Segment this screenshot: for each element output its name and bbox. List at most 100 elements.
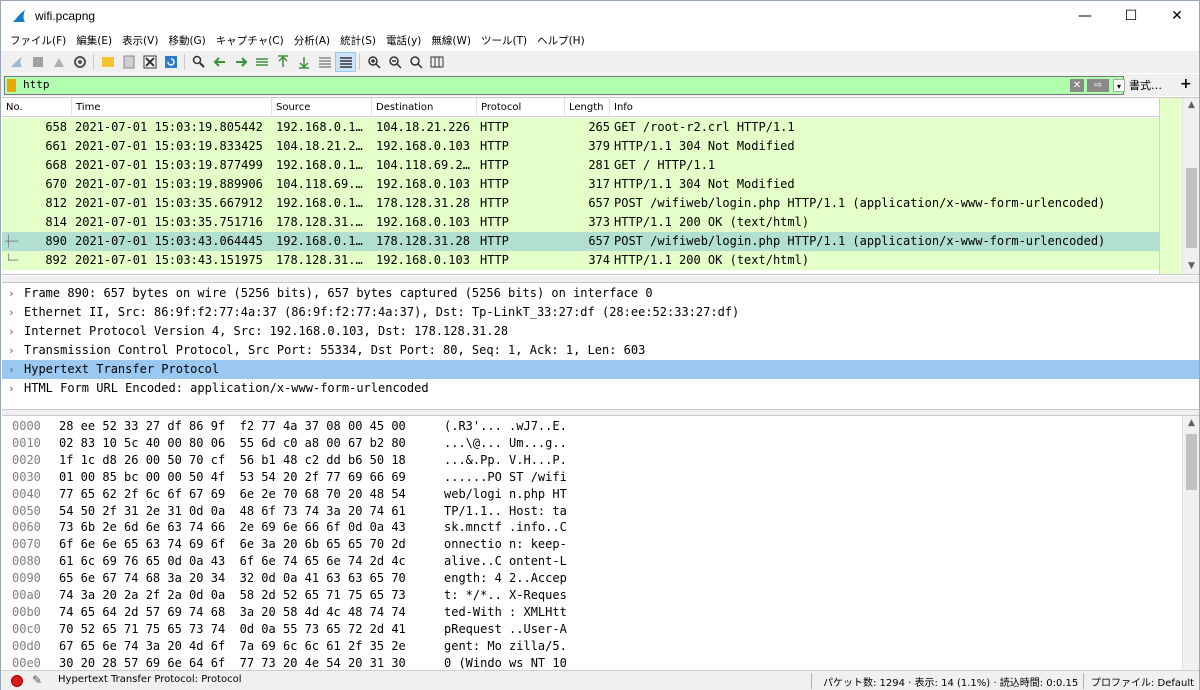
hex-dump-row[interactable]: 0030 01 00 85 bc 00 00 50 4f 53 54 20 2f … — [2, 469, 1182, 486]
filter-bookmark-icon[interactable] — [7, 79, 16, 92]
hex-dump-row[interactable]: 0090 65 6e 67 74 68 3a 20 34 32 0d 0a 41 … — [2, 570, 1182, 587]
hex-dump-row[interactable]: 0060 73 6b 2e 6d 6e 63 74 66 2e 69 6e 66 … — [2, 519, 1182, 536]
reload-file-icon[interactable] — [160, 52, 181, 72]
detail-tree-item[interactable]: › Hypertext Transfer Protocol — [2, 360, 1199, 379]
scroll-down-icon[interactable]: ▼ — [1183, 259, 1200, 274]
menu-help[interactable]: ヘルプ(H) — [532, 31, 590, 51]
column-length[interactable]: Length — [565, 98, 610, 117]
packet-row[interactable]: 670 2021-07-01 15:03:19.889906 104.118.69.… — [2, 175, 1159, 194]
hex-dump-row[interactable]: 0010 02 83 10 5c 40 00 80 06 55 6d c0 a8 … — [2, 435, 1182, 452]
detail-tree-item[interactable]: › Transmission Control Protocol, Src Port… — [2, 341, 1199, 360]
packet-row[interactable]: 814 2021-07-01 15:03:35.751716 178.128.31.… — [2, 213, 1159, 232]
maximize-button[interactable]: ☐ — [1108, 1, 1154, 31]
expand-arrow-icon[interactable]: › — [8, 379, 15, 398]
packet-row[interactable]: ┼─ 890 2021-07-01 15:03:43.064445 192.168.0… — [2, 232, 1159, 251]
packet-row[interactable]: └─ 892 2021-07-01 15:03:43.151975 178.128.3… — [2, 251, 1159, 270]
profile-switcher[interactable]: プロファイル: Default — [1091, 674, 1194, 689]
menu-wireless[interactable]: 無線(W) — [426, 31, 476, 51]
zoom-out-icon[interactable] — [384, 52, 405, 72]
scroll-up-icon[interactable]: ▲ — [1183, 98, 1200, 113]
restart-capture-icon[interactable] — [48, 52, 69, 72]
packet-row[interactable]: 812 2021-07-01 15:03:35.667912 192.168.0.1… — [2, 194, 1159, 213]
filter-expression-button[interactable]: 書式… — [1129, 77, 1162, 93]
menu-go[interactable]: 移動(G) — [163, 31, 210, 51]
add-filter-button[interactable]: + — [1180, 76, 1192, 92]
display-filter-input[interactable]: http ✕ ⇨ ▾ — [4, 76, 1125, 95]
toolbar-divider — [359, 54, 360, 70]
normal-size-icon[interactable] — [405, 52, 426, 72]
close-button[interactable]: ✕ — [1154, 1, 1200, 31]
open-file-icon[interactable] — [97, 52, 118, 72]
go-back-icon[interactable] — [209, 52, 230, 72]
expand-arrow-icon[interactable]: › — [8, 284, 15, 303]
cell-info: POST /wifiweb/login.php HTTP/1.1 (applic… — [614, 234, 1106, 248]
packet-row[interactable]: 658 2021-07-01 15:03:19.805442 192.168.0.1… — [2, 118, 1159, 137]
column-info[interactable]: Info — [610, 98, 1159, 117]
hex-dump-row[interactable]: 0000 28 ee 52 33 27 df 86 9f f2 77 4a 37 … — [2, 418, 1182, 435]
cell-no: 661 — [45, 139, 67, 153]
expand-arrow-icon[interactable]: › — [8, 360, 15, 379]
go-to-packet-icon[interactable] — [251, 52, 272, 72]
scroll-thumb[interactable] — [1186, 434, 1197, 490]
hex-dump-row[interactable]: 0040 77 65 62 2f 6c 6f 67 69 6e 2e 70 68 … — [2, 486, 1182, 503]
menu-edit[interactable]: 編集(E) — [71, 31, 117, 51]
display-filter-value[interactable]: http — [23, 78, 50, 91]
menu-capture[interactable]: キャプチャ(C) — [211, 31, 289, 51]
last-packet-icon[interactable] — [293, 52, 314, 72]
detail-tree-item[interactable]: › HTML Form URL Encoded: application/x-ww… — [2, 379, 1199, 398]
detail-item-label: Hypertext Transfer Protocol — [24, 362, 220, 376]
packet-row[interactable]: 661 2021-07-01 15:03:19.833425 104.18.21.2… — [2, 137, 1159, 156]
save-file-icon[interactable] — [118, 52, 139, 72]
clear-filter-icon[interactable]: ✕ — [1070, 79, 1084, 92]
first-packet-icon[interactable] — [272, 52, 293, 72]
colorize-icon[interactable] — [335, 52, 356, 72]
zoom-in-icon[interactable] — [363, 52, 384, 72]
menu-telephony[interactable]: 電話(y) — [381, 31, 426, 51]
detail-tree-item[interactable]: › Frame 890: 657 bytes on wire (5256 bits… — [2, 284, 1199, 303]
go-forward-icon[interactable] — [230, 52, 251, 72]
column-time[interactable]: Time — [72, 98, 272, 117]
capture-options-gear-icon[interactable] — [69, 52, 90, 72]
column-source[interactable]: Source — [272, 98, 372, 117]
expert-info-icon[interactable] — [11, 675, 23, 687]
expand-arrow-icon[interactable]: › — [8, 303, 15, 322]
expand-arrow-icon[interactable]: › — [8, 341, 15, 360]
close-file-icon[interactable] — [139, 52, 160, 72]
menu-file[interactable]: ファイル(F) — [5, 31, 71, 51]
scroll-thumb[interactable] — [1186, 168, 1197, 248]
menu-tools[interactable]: ツール(T) — [476, 31, 532, 51]
expand-arrow-icon[interactable]: › — [8, 322, 15, 341]
detail-tree-item[interactable]: › Internet Protocol Version 4, Src: 192.1… — [2, 322, 1199, 341]
packet-list-scrollbar[interactable]: ▲ ▼ — [1182, 98, 1199, 274]
scroll-up-icon[interactable]: ▲ — [1183, 416, 1200, 431]
column-no[interactable]: No. — [2, 98, 72, 117]
hex-dump-row[interactable]: 0070 6f 6e 6e 65 63 74 69 6f 6e 3a 20 6b … — [2, 536, 1182, 553]
column-protocol[interactable]: Protocol — [477, 98, 565, 117]
stop-capture-icon[interactable] — [27, 52, 48, 72]
menu-view[interactable]: 表示(V) — [117, 31, 163, 51]
column-destination[interactable]: Destination — [372, 98, 477, 117]
hex-dump-row[interactable]: 00b0 74 65 64 2d 57 69 74 68 3a 20 58 4d … — [2, 604, 1182, 621]
hex-dump-row[interactable]: 00a0 74 3a 20 2a 2f 2a 0d 0a 58 2d 52 65 … — [2, 587, 1182, 604]
menu-statistics[interactable]: 統計(S) — [335, 31, 381, 51]
apply-filter-icon[interactable]: ⇨ — [1087, 79, 1109, 92]
cell-proto: HTTP — [480, 234, 509, 248]
auto-scroll-icon[interactable] — [314, 52, 335, 72]
packet-row[interactable]: 668 2021-07-01 15:03:19.877499 192.168.0.1… — [2, 156, 1159, 175]
minimize-button[interactable]: — — [1062, 1, 1108, 31]
hex-dump-row[interactable]: 0020 1f 1c d8 26 00 50 70 cf 56 b1 48 c2 … — [2, 452, 1182, 469]
hex-dump-row[interactable]: 0080 61 6c 69 76 65 0d 0a 43 6f 6e 74 65 … — [2, 553, 1182, 570]
menu-analyze[interactable]: 分析(A) — [289, 31, 335, 51]
resize-columns-icon[interactable] — [426, 52, 447, 72]
filter-history-dropdown[interactable]: ▾ — [1113, 79, 1125, 92]
capture-comment-icon[interactable]: ✎ — [32, 673, 42, 687]
bytes-scrollbar[interactable]: ▲ — [1182, 416, 1199, 670]
packet-minimap[interactable] — [1159, 98, 1182, 274]
hex-dump-row[interactable]: 0050 54 50 2f 31 2e 31 0d 0a 48 6f 73 74 … — [2, 503, 1182, 520]
hex-dump-row[interactable]: 00d0 67 65 6e 74 3a 20 4d 6f 7a 69 6c 6c … — [2, 638, 1182, 655]
start-capture-icon[interactable] — [6, 52, 27, 72]
hex-dump-row[interactable]: 00c0 70 52 65 71 75 65 73 74 0d 0a 55 73 … — [2, 621, 1182, 638]
detail-item-label: Ethernet II, Src: 86:9f:f2:77:4a:37 (86:… — [24, 305, 740, 319]
find-packet-icon[interactable] — [188, 52, 209, 72]
detail-tree-item[interactable]: › Ethernet II, Src: 86:9f:f2:77:4a:37 (86… — [2, 303, 1199, 322]
